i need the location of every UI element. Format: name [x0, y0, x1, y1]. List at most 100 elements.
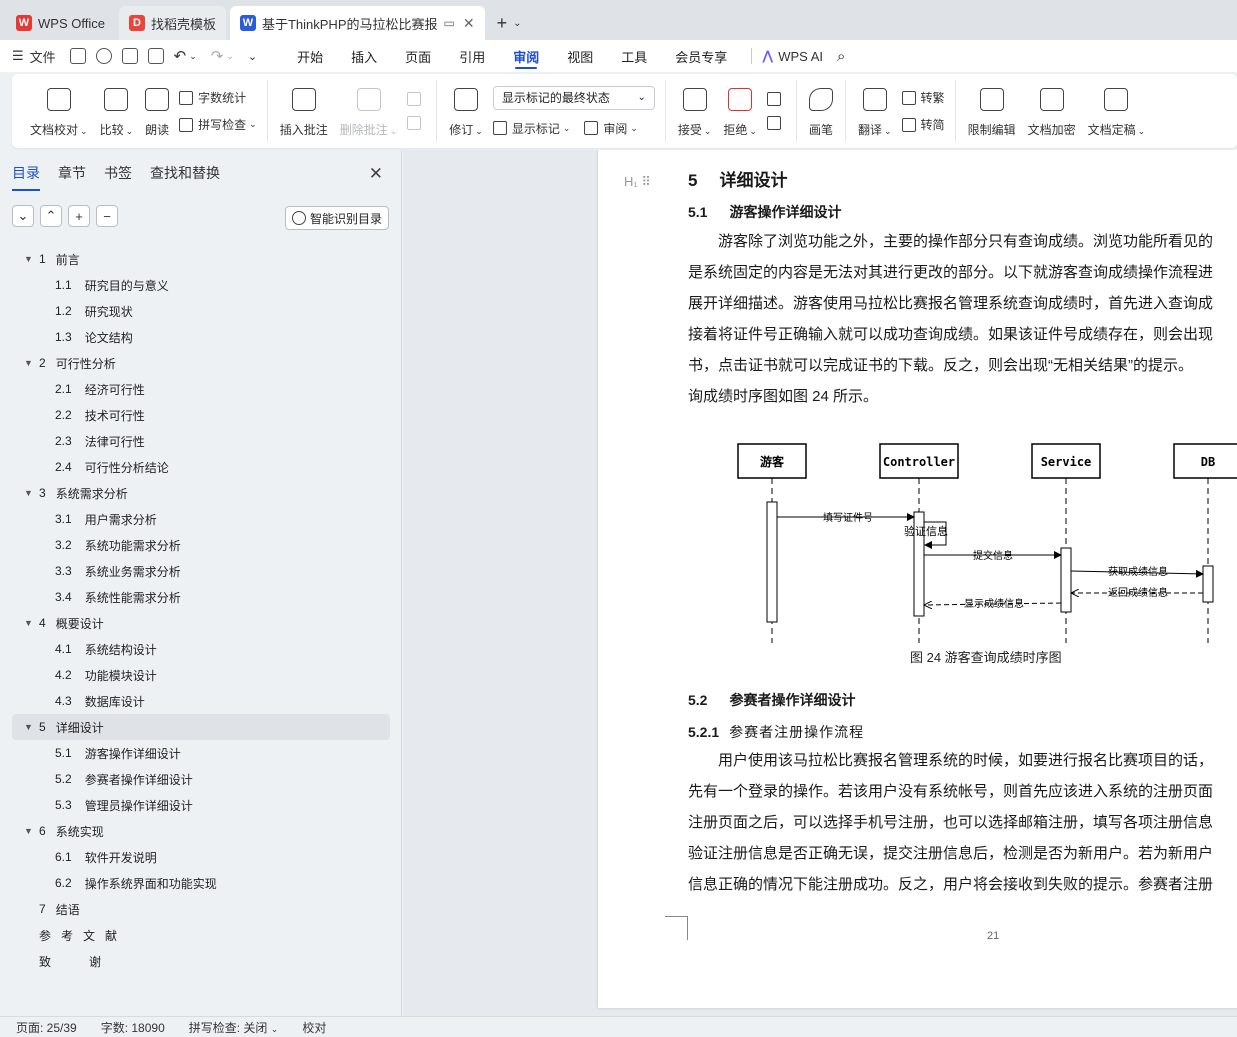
prev-change-button[interactable]: [766, 92, 786, 106]
compare-button[interactable]: 比较 ⌄: [94, 80, 140, 142]
expand-arrow-icon[interactable]: ▼: [24, 618, 33, 628]
toc-item[interactable]: 2.4 可行性分析结论: [0, 454, 402, 480]
proof-status[interactable]: 校对: [302, 1019, 326, 1036]
toc-item[interactable]: 3.3 系统业务需求分析: [0, 558, 402, 584]
print-preview-icon[interactable]: [147, 48, 164, 64]
spell-check-button[interactable]: 拼写检查 ⌄: [179, 116, 257, 133]
track-changes-button[interactable]: 修订 ⌄: [443, 80, 489, 142]
markup-display-select[interactable]: 显示标记的最终状态 ⌄: [492, 85, 655, 110]
toc-item[interactable]: 1.2 研究现状: [0, 298, 402, 324]
reject-button[interactable]: 拒绝 ⌄: [717, 80, 763, 142]
expand-arrow-icon[interactable]: ▼: [24, 722, 33, 732]
remove-heading-button[interactable]: −: [96, 205, 118, 227]
tab-find-replace[interactable]: 查找和替换: [150, 159, 220, 187]
expand-arrow-icon[interactable]: ▼: [24, 826, 33, 836]
toc-item[interactable]: 7 结语: [0, 896, 402, 922]
expand-down-button[interactable]: ⌄: [12, 205, 34, 227]
toc-item[interactable]: 致谢: [0, 948, 402, 974]
toc-item[interactable]: ▼ 6 系统实现: [0, 818, 402, 844]
print-icon[interactable]: [121, 48, 138, 64]
finalize-button[interactable]: 文档定稿 ⌄: [1082, 80, 1152, 142]
toc-item[interactable]: 2.2 技术可行性: [0, 402, 402, 428]
document-canvas[interactable]: H₁ ⠿ 5 详细设计 5.1 游客操作详细设计 游客除了浏览功能之外，主要的操作部…: [403, 150, 1237, 1016]
word-count-button[interactable]: 字数统计: [179, 89, 257, 106]
heading-handle-icon[interactable]: H₁ ⠿: [624, 174, 651, 190]
toc-item[interactable]: 6.1 软件开发说明: [0, 844, 402, 870]
prev-comment-button[interactable]: [407, 92, 426, 106]
toc-item[interactable]: 4.3 数据库设计: [0, 688, 402, 714]
tab-bookmark[interactable]: 书签: [104, 159, 132, 187]
review-pane-button[interactable]: 审阅 ⌄: [584, 120, 638, 137]
page-indicator[interactable]: 页面: 25/39: [16, 1019, 77, 1036]
insert-comment-button[interactable]: 插入批注: [274, 80, 334, 142]
toc-item[interactable]: 3.4 系统性能需求分析: [0, 584, 402, 610]
tab-wps-office[interactable]: W WPS Office: [6, 6, 115, 40]
smart-toc-button[interactable]: 智能识别目录: [284, 206, 389, 230]
expand-arrow-icon[interactable]: ▼: [24, 488, 33, 498]
chevron-down-icon[interactable]: ⌄: [513, 18, 521, 29]
next-comment-button[interactable]: [407, 116, 426, 130]
tab-references[interactable]: 引用: [445, 40, 499, 72]
tab-toc[interactable]: 目录: [12, 159, 40, 191]
encrypt-button[interactable]: 文档加密: [1022, 80, 1082, 142]
wps-ai-button[interactable]: ⋀ WPS AI: [762, 48, 823, 64]
doc-check-button[interactable]: 文档校对 ⌄: [24, 80, 94, 142]
toc-item[interactable]: ▼ 4 概要设计: [0, 610, 402, 636]
save-icon[interactable]: [69, 48, 86, 64]
search-icon[interactable]: ⌕: [837, 48, 845, 65]
toc-item[interactable]: 6.2 操作系统界面和功能实现: [0, 870, 402, 896]
toc-item[interactable]: 4.1 系统结构设计: [0, 636, 402, 662]
accept-button[interactable]: 接受 ⌄: [672, 80, 718, 142]
tab-page[interactable]: 页面: [391, 40, 445, 72]
to-traditional-button[interactable]: 转繁: [901, 89, 945, 106]
tab-review[interactable]: 审阅: [499, 40, 553, 72]
tab-home[interactable]: 开始: [283, 40, 337, 72]
toc-item[interactable]: ▼ 2 可行性分析: [0, 350, 402, 376]
tab-insert[interactable]: 插入: [337, 40, 391, 72]
toc-item[interactable]: 3.1 用户需求分析: [0, 506, 402, 532]
word-count-indicator[interactable]: 字数: 18090: [101, 1019, 165, 1036]
toc-item[interactable]: 4.2 功能模块设计: [0, 662, 402, 688]
expand-arrow-icon[interactable]: ▼: [24, 358, 33, 368]
restrict-edit-button[interactable]: 限制编辑: [962, 80, 1022, 142]
read-aloud-button[interactable]: 朗读: [139, 80, 175, 142]
show-markup-button[interactable]: 显示标记 ⌄: [492, 120, 570, 137]
toc-item[interactable]: ▼ 1 前言: [0, 246, 402, 272]
toc-item[interactable]: 3.2 系统功能需求分析: [0, 532, 402, 558]
tab-tools[interactable]: 工具: [607, 40, 661, 72]
tab-view[interactable]: 视图: [553, 40, 607, 72]
title-tab-bar: W WPS Office D 找稻壳模板 W 基于ThinkPHP的马拉松比赛报…: [0, 0, 1237, 40]
expand-arrow-icon[interactable]: ▼: [24, 254, 33, 264]
file-menu[interactable]: ☰ 文件: [12, 47, 56, 66]
translate-button[interactable]: 翻译 ⌄: [852, 80, 898, 142]
new-tab-button[interactable]: + ⌄: [489, 6, 530, 40]
toc-item[interactable]: 5.1 游客操作详细设计: [0, 740, 402, 766]
toc-item[interactable]: 2.3 法律可行性: [0, 428, 402, 454]
tab-document[interactable]: W 基于ThinkPHP的马拉松比赛报 ▭ ✕: [229, 6, 485, 40]
tab-member[interactable]: 会员专享: [661, 40, 741, 72]
toc-item[interactable]: ▼ 3 系统需求分析: [0, 480, 402, 506]
toc-item[interactable]: 5.2 参赛者操作详细设计: [0, 766, 402, 792]
spell-check-status[interactable]: 拼写检查: 关闭 ⌄: [189, 1019, 279, 1036]
export-icon[interactable]: [95, 48, 112, 64]
undo-icon[interactable]: ↶ ⌄: [174, 47, 197, 65]
ink-button[interactable]: 画笔: [803, 80, 839, 142]
to-simplified-button[interactable]: 转简: [901, 116, 945, 133]
redo-icon[interactable]: ↷ ⌄: [211, 47, 234, 65]
toc-item[interactable]: 参考文献: [0, 922, 402, 948]
close-tab-icon[interactable]: ✕: [463, 15, 475, 32]
close-icon[interactable]: ✕: [369, 164, 383, 184]
toc-item[interactable]: 5.3 管理员操作详细设计: [0, 792, 402, 818]
toc-item[interactable]: ▼ 5 详细设计: [12, 714, 390, 740]
toc-item[interactable]: 2.1 经济可行性: [0, 376, 402, 402]
tab-docer[interactable]: D 找稻壳模板: [118, 6, 226, 40]
document-page[interactable]: H₁ ⠿ 5 详细设计 5.1 游客操作详细设计 游客除了浏览功能之外，主要的操作部…: [598, 150, 1237, 1008]
delete-comment-button[interactable]: 删除批注 ⌄: [334, 80, 404, 142]
collapse-up-button[interactable]: ⌃: [40, 205, 62, 227]
next-change-button[interactable]: [766, 116, 786, 130]
tab-chapter[interactable]: 章节: [58, 159, 86, 187]
toc-item[interactable]: 1.1 研究目的与意义: [0, 272, 402, 298]
add-heading-button[interactable]: +: [68, 205, 90, 227]
more-chevron-icon[interactable]: ⌄: [248, 50, 257, 63]
toc-item[interactable]: 1.3 论文结构: [0, 324, 402, 350]
